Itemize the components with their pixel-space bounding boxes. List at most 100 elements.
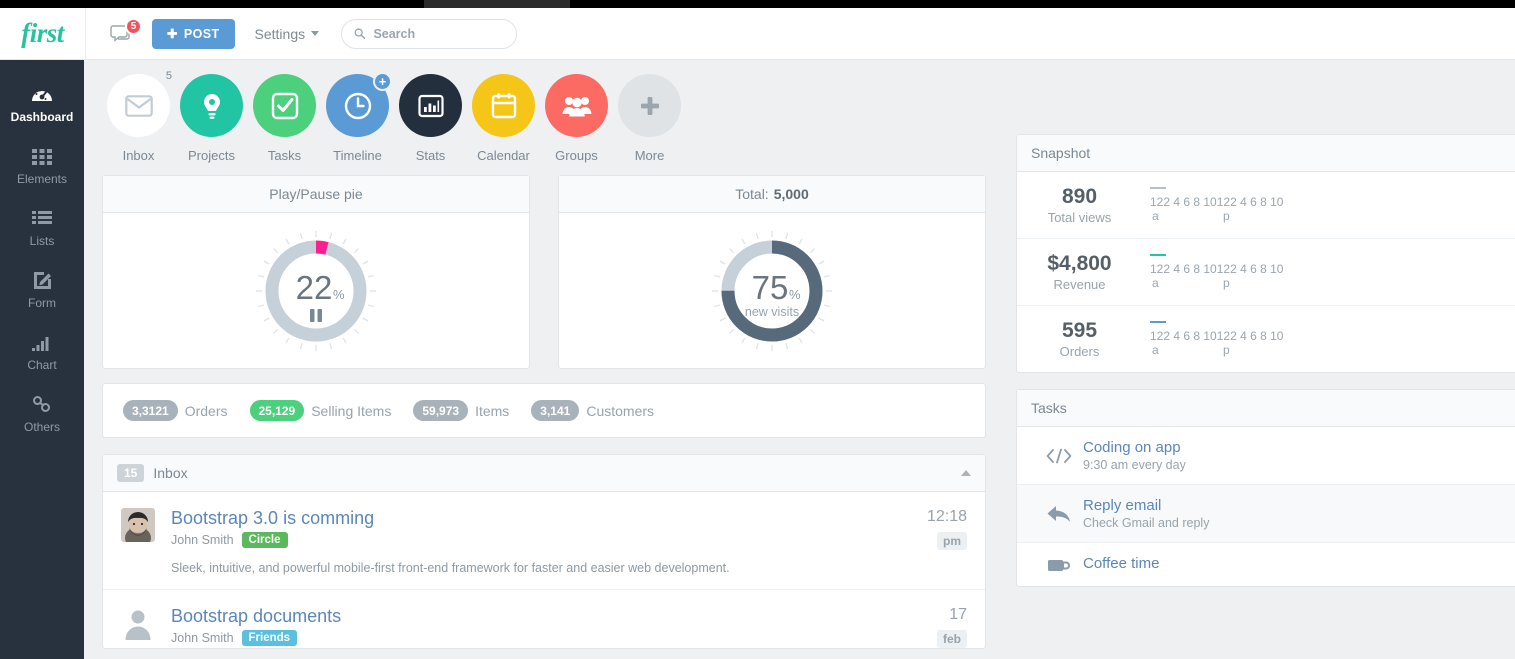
play-pause-pie-panel: Play/Pause pie 22 % <box>102 175 530 369</box>
sidebar-item-label: Dashboard <box>11 110 74 124</box>
shortcut-stats[interactable]: Stats <box>394 74 467 163</box>
sidebar-item-chart[interactable]: Chart <box>0 320 84 382</box>
brand-logo[interactable]: first <box>0 8 86 60</box>
avatar <box>121 606 155 640</box>
search-box[interactable] <box>341 19 517 49</box>
search-icon <box>354 27 365 40</box>
stat-label: Orders <box>185 403 228 419</box>
inbox-count-badge: 15 <box>117 464 144 482</box>
inbox-panel-header: 15 Inbox <box>103 455 985 492</box>
task-row-coding[interactable]: Coding on app 9:30 am every day <box>1017 427 1515 485</box>
add-icon[interactable]: + <box>373 72 392 91</box>
pause-icon <box>310 309 322 322</box>
total-pie-panel: Total: 5,000 75 % new visits <box>558 175 986 369</box>
pie-caption: new visits <box>745 305 799 319</box>
sparkline-total-views: 122 4 6 8 10122 4 6 8 10 a p <box>1142 187 1515 223</box>
total-pie-chart: 75 % new visits <box>559 213 985 368</box>
sparkline-ticks: 122 4 6 8 10122 4 6 8 10 <box>1150 329 1515 343</box>
stat-items: 59,973 Items <box>413 400 509 421</box>
task-title[interactable]: Coding on app <box>1083 439 1186 456</box>
shortcut-label: Calendar <box>477 148 530 163</box>
stat-value: 3,141 <box>531 400 579 421</box>
search-input[interactable] <box>373 27 504 41</box>
check-square-icon <box>271 92 299 120</box>
shortcut-label: Stats <box>416 148 446 163</box>
stat-orders: 3,3121 Orders <box>123 400 228 421</box>
total-value: 5,000 <box>774 186 809 202</box>
stat-value: 59,973 <box>413 400 468 421</box>
snapshot-row-orders: 595 Orders 122 4 6 8 10122 4 6 8 10 a p <box>1017 306 1515 372</box>
snapshot-label: Revenue <box>1017 277 1142 292</box>
post-button-label: POST <box>184 27 220 41</box>
right-column: Snapshot 890 Total views 122 4 6 8 10122… <box>1016 134 1515 587</box>
settings-dropdown[interactable]: Settings <box>255 26 320 42</box>
sparkline-path <box>1150 187 1166 189</box>
coffee-mug-icon <box>1035 557 1083 573</box>
bar-chart-icon <box>31 330 53 352</box>
sidebar-item-others[interactable]: Others <box>0 382 84 444</box>
sidebar-item-label: Others <box>24 420 60 434</box>
message-tag: Friends <box>242 630 298 646</box>
task-title[interactable]: Coffee time <box>1083 555 1159 572</box>
sparkline-orders: 122 4 6 8 10122 4 6 8 10 a p <box>1142 321 1515 357</box>
message-author: John Smith <box>171 533 234 547</box>
sparkline-pm: p <box>1223 276 1230 290</box>
snapshot-label: Orders <box>1017 344 1142 359</box>
stat-selling-items: 25,129 Selling Items <box>250 400 392 421</box>
snapshot-row-revenue: $4,800 Revenue 122 4 6 8 10122 4 6 8 10 … <box>1017 239 1515 306</box>
avatar <box>121 508 155 542</box>
envelope-icon <box>125 95 153 117</box>
task-row-coffee-time[interactable]: Coffee time <box>1017 543 1515 586</box>
top-bar: first 5 ✚ POST Settings <box>0 8 1515 60</box>
pie-unit: % <box>789 287 801 302</box>
inbox-message-row[interactable]: Bootstrap documents John Smith Friends 1… <box>103 590 985 648</box>
sidebar-item-elements[interactable]: Elements <box>0 134 84 196</box>
notifications-button[interactable]: 5 <box>100 14 144 54</box>
sidebar: Dashboard Elements Lists <box>0 60 84 659</box>
pie-value: 22 <box>296 269 333 306</box>
post-button[interactable]: ✚ POST <box>152 19 235 49</box>
pencil-square-icon <box>31 268 53 290</box>
inbox-message-row[interactable]: Bootstrap 3.0 is comming John Smith Circ… <box>103 492 985 590</box>
plus-icon: ✚ <box>167 26 178 41</box>
panel-title: Total: 5,000 <box>559 176 985 213</box>
tasks-panel: Tasks Coding on app 9:30 am every day <box>1016 389 1515 587</box>
calendar-icon <box>491 92 517 119</box>
shortcut-more[interactable]: More <box>613 74 686 163</box>
sidebar-item-form[interactable]: Form <box>0 258 84 320</box>
snapshot-value: 595 <box>1017 319 1142 343</box>
message-title[interactable]: Bootstrap documents <box>171 606 907 627</box>
snapshot-title: Snapshot <box>1017 135 1515 172</box>
sparkline-path <box>1150 254 1166 256</box>
message-title[interactable]: Bootstrap 3.0 is comming <box>171 508 907 529</box>
sidebar-item-label: Chart <box>27 358 56 372</box>
message-author: John Smith <box>171 631 234 645</box>
shortcut-tasks[interactable]: Tasks <box>248 74 321 163</box>
sidebar-item-label: Lists <box>30 234 55 248</box>
caret-up-icon[interactable] <box>961 470 971 476</box>
grid-icon <box>31 144 53 166</box>
main-content: 5 Inbox Projects Tasks <box>84 60 1515 659</box>
sparkline-ticks: 122 4 6 8 10122 4 6 8 10 <box>1150 195 1515 209</box>
sparkline-path <box>1150 321 1166 323</box>
shortcut-label: Projects <box>188 148 235 163</box>
os-window-tab[interactable] <box>424 0 570 8</box>
sparkline-ticks: 122 4 6 8 10122 4 6 8 10 <box>1150 262 1515 276</box>
stats-badges-panel: 3,3121 Orders 25,129 Selling Items 59,97… <box>102 383 986 438</box>
sidebar-item-lists[interactable]: Lists <box>0 196 84 258</box>
shortcut-groups[interactable]: Groups <box>540 74 613 163</box>
lightbulb-icon <box>201 92 223 120</box>
total-prefix: Total: <box>735 186 768 202</box>
shortcut-inbox[interactable]: 5 Inbox <box>102 74 175 163</box>
shortcut-calendar[interactable]: Calendar <box>467 74 540 163</box>
shortcut-label: Timeline <box>333 148 382 163</box>
brand-logo-text: first <box>21 18 64 49</box>
shortcut-timeline[interactable]: + Timeline <box>321 74 394 163</box>
panel-title: Play/Pause pie <box>103 176 529 213</box>
sidebar-item-dashboard[interactable]: Dashboard <box>0 72 84 134</box>
shortcut-projects[interactable]: Projects <box>175 74 248 163</box>
person-silhouette-icon <box>121 606 155 640</box>
sparkline-pm: p <box>1223 343 1230 357</box>
task-row-reply-email[interactable]: Reply email Check Gmail and reply <box>1017 485 1515 543</box>
task-title[interactable]: Reply email <box>1083 497 1209 514</box>
